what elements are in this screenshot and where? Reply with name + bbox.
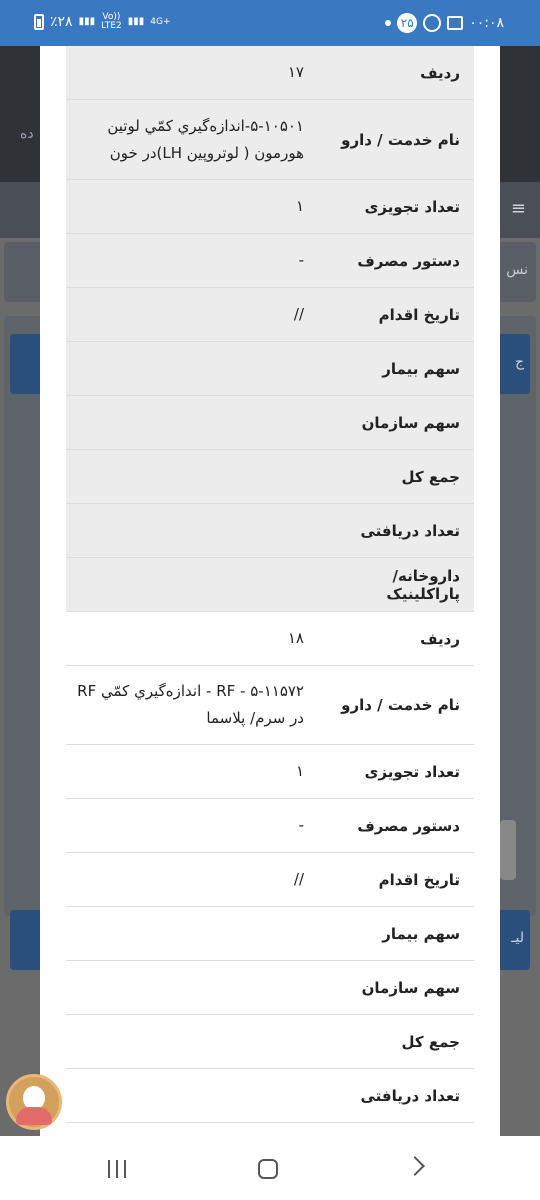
row-label: جمع کل bbox=[401, 1032, 460, 1051]
back-icon[interactable] bbox=[405, 1156, 425, 1176]
table-row: نام خدمت / دارو ۵-۱۱۵۷۲ - RF - اندازه‌گي… bbox=[66, 666, 474, 745]
support-chat-button[interactable] bbox=[6, 1074, 62, 1130]
row-value: ۵-۱۱۵۷۲ - RF - اندازه‌گيري كمّي RF در سر… bbox=[77, 682, 304, 727]
table-row: سهم سازمان bbox=[66, 961, 474, 1015]
table-row: دستور مصرف - bbox=[66, 234, 474, 288]
table-row: ردیف ۱۸ bbox=[66, 612, 474, 666]
table-row: تعداد دریافتی bbox=[66, 1069, 474, 1123]
row-value: - bbox=[298, 251, 304, 269]
battery-percent: ٪۲۸ bbox=[50, 14, 73, 30]
network-type: 4G+ bbox=[150, 16, 171, 27]
row-label: داروخانه/پاراکلینیک bbox=[386, 566, 460, 603]
status-left: ٪۲۸ ▮▮▮ Vo)) LTE2 ▮▮▮ 4G+ bbox=[34, 13, 171, 31]
row-value: // bbox=[293, 870, 304, 888]
background-header-text: ده bbox=[20, 126, 34, 142]
row-value: - bbox=[298, 816, 304, 834]
status-bar: ٪۲۸ ▮▮▮ Vo)) LTE2 ▮▮▮ 4G+ ۲۵ ۰۰:۰۸ bbox=[0, 0, 540, 46]
home-icon[interactable] bbox=[258, 1159, 278, 1179]
row-label: تعداد دریافتی bbox=[360, 521, 460, 540]
background-card-text: نس bbox=[506, 262, 528, 278]
table-row: تاریخ اقدام // bbox=[66, 853, 474, 907]
row-label: جمع کل bbox=[401, 467, 460, 486]
whatsapp-icon bbox=[423, 14, 442, 32]
navigation-bar bbox=[0, 1136, 540, 1200]
table-row: داروخانه/پاراکلینیک bbox=[66, 558, 474, 612]
row-label: ردیف bbox=[420, 63, 460, 82]
table-row: جمع کل bbox=[66, 1015, 474, 1069]
row-label: سهم سازمان bbox=[361, 978, 460, 997]
row-value: ۵-۱۰۵۰۱-اندازه‌گيري كمّي لوتين هورمون ( … bbox=[107, 116, 304, 162]
row-label: سهم سازمان bbox=[361, 413, 460, 432]
table-row: نام خدمت / دارو ۵-۱۰۵۰۱-اندازه‌گيري كمّي… bbox=[66, 100, 474, 180]
table-row: دستور مصرف - bbox=[66, 799, 474, 853]
row-label: دستور مصرف bbox=[357, 251, 460, 270]
details-modal: ردیف ۱۷ نام خدمت / دارو ۵-۱۰۵۰۱-اندازه‌گ… bbox=[40, 46, 500, 1136]
row-value: ۱۸ bbox=[287, 629, 304, 647]
clock: ۰۰:۰۸ bbox=[469, 15, 504, 31]
row-label: دستور مصرف bbox=[357, 816, 460, 835]
details-table: ردیف ۱۷ نام خدمت / دارو ۵-۱۰۵۰۱-اندازه‌گ… bbox=[66, 46, 474, 1123]
row-label: تاریخ اقدام bbox=[378, 305, 460, 324]
row-value: ۱ bbox=[295, 762, 304, 780]
table-row: سهم بیمار bbox=[66, 342, 474, 396]
row-label: تاریخ اقدام bbox=[378, 870, 460, 889]
battery-icon bbox=[34, 14, 44, 30]
row-label: تعداد دریافتی bbox=[360, 1086, 460, 1105]
dot-icon bbox=[385, 20, 392, 26]
status-right: ۲۵ ۰۰:۰۸ bbox=[385, 13, 504, 33]
row-label: سهم بیمار bbox=[382, 924, 460, 943]
signal-icon-2: ▮▮▮ bbox=[127, 16, 145, 27]
row-value: ۱ bbox=[295, 197, 304, 215]
image-icon bbox=[447, 16, 464, 30]
notification-badge: ۲۵ bbox=[397, 13, 418, 33]
row-label: تعداد تجویزی bbox=[364, 762, 460, 781]
table-row: تاریخ اقدام // bbox=[66, 288, 474, 342]
row-label: ردیف bbox=[420, 629, 460, 648]
table-row: تعداد تجویزی ۱ bbox=[66, 745, 474, 799]
table-row: سهم بیمار bbox=[66, 907, 474, 961]
row-value: ۱۷ bbox=[287, 63, 304, 81]
support-agent-body bbox=[16, 1107, 52, 1125]
signal-icon: ▮▮▮ bbox=[78, 16, 96, 27]
table-row: تعداد تجویزی ۱ bbox=[66, 180, 474, 234]
menu-icon: ≡ bbox=[510, 198, 526, 219]
background-list-title: لیـ bbox=[511, 930, 524, 946]
background-button bbox=[500, 820, 516, 880]
row-label: سهم بیمار bbox=[382, 359, 460, 378]
row-label: نام خدمت / دارو bbox=[341, 696, 460, 714]
volte-indicator: Vo)) LTE2 bbox=[101, 12, 122, 31]
table-row: جمع کل bbox=[66, 450, 474, 504]
row-value: // bbox=[293, 305, 304, 323]
row-label: تعداد تجویزی bbox=[364, 197, 460, 216]
recent-apps-icon[interactable] bbox=[108, 1160, 126, 1178]
row-label: نام خدمت / دارو bbox=[341, 130, 460, 149]
background-form-title: ج bbox=[514, 354, 524, 370]
table-row: تعداد دریافتی bbox=[66, 504, 474, 558]
table-row: ردیف ۱۷ bbox=[66, 46, 474, 100]
table-row: سهم سازمان bbox=[66, 396, 474, 450]
